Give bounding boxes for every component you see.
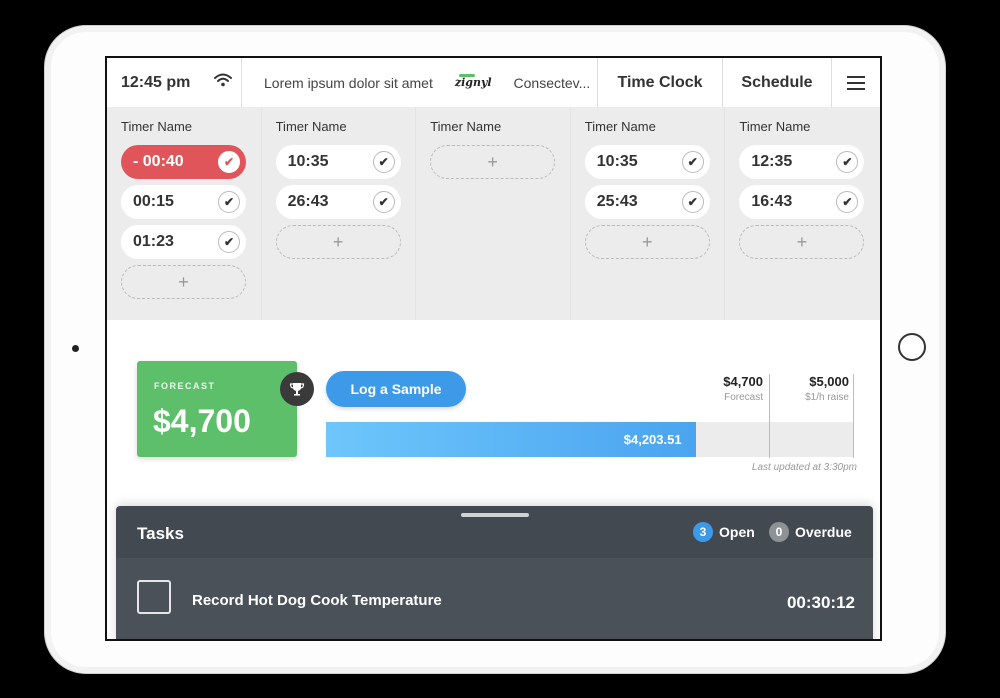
forecast-label: FORECAST: [154, 381, 216, 391]
timer-value: 26:43: [287, 193, 329, 210]
time-clock-button[interactable]: Time Clock: [598, 58, 723, 107]
timer-pill[interactable]: - 00:40 ✔: [121, 145, 246, 179]
drawer-handle[interactable]: [461, 513, 529, 517]
task-name: Record Hot Dog Cook Temperature: [192, 592, 442, 609]
add-timer-button[interactable]: +: [430, 145, 556, 179]
timer-pill[interactable]: 00:15 ✔: [121, 185, 246, 219]
timer-column-name: Timer Name: [739, 119, 811, 134]
timer-value: 12:35: [751, 153, 793, 170]
checkmark-icon[interactable]: ✔: [372, 151, 395, 173]
ticker-text-1: Lorem ipsum dolor sit amet: [264, 74, 433, 91]
tasks-panel: Tasks 3 Open 0 Overdue Record Hot Dog Co…: [116, 506, 873, 639]
forecast-value: $4,700: [153, 403, 251, 439]
log-sample-button[interactable]: Log a Sample: [326, 371, 466, 407]
checkmark-icon[interactable]: ✔: [218, 231, 240, 253]
checkmark-icon[interactable]: ✔: [836, 151, 859, 173]
timer-grid: Timer Name - 00:40 ✔ 00:15 ✔ 01:23 ✔ + Timer Nam…: [107, 107, 880, 320]
task-checkbox[interactable]: [137, 580, 171, 614]
timer-value: 00:15: [133, 193, 174, 210]
add-timer-button[interactable]: +: [275, 225, 401, 259]
goal-label: Forecast: [724, 392, 763, 403]
zignyl-logo: zignyl: [454, 74, 492, 89]
timer-column: Timer Name 10:35 ✔ 25:43 ✔ +: [571, 107, 726, 320]
goal-value: $4,700: [723, 374, 763, 389]
checkmark-icon[interactable]: ✔: [681, 191, 704, 213]
add-timer-button[interactable]: +: [121, 265, 246, 299]
timer-value: - 00:40: [133, 153, 184, 170]
timer-value: 10:35: [596, 153, 638, 170]
progress-value: $4,203.51: [623, 432, 682, 447]
timer-pill[interactable]: 01:23 ✔: [121, 225, 246, 259]
timer-value: 25:43: [596, 193, 638, 210]
raise-marker: [853, 374, 854, 458]
wifi-icon: [214, 73, 233, 92]
timer-pill[interactable]: 10:35 ✔: [275, 145, 401, 179]
sales-progress-bar: $4,203.51: [326, 422, 854, 457]
timer-column-name: Timer Name: [430, 119, 502, 134]
top-bar: 12:45 pm Lorem ipsum dolor sit amet zign…: [107, 58, 880, 108]
overdue-count-badge: 0: [769, 522, 789, 542]
trophy-icon: [280, 372, 314, 406]
timer-column: Timer Name - 00:40 ✔ 00:15 ✔ 01:23 ✔ +: [107, 107, 262, 320]
open-count[interactable]: 3 Open: [693, 522, 755, 542]
forecast-marker: [769, 374, 770, 458]
news-ticker: Lorem ipsum dolor sit amet zignyl Consec…: [242, 58, 598, 107]
schedule-button[interactable]: Schedule: [723, 58, 832, 107]
tasks-header: Tasks 3 Open 0 Overdue: [116, 506, 873, 559]
timer-pill[interactable]: 26:43 ✔: [275, 185, 401, 219]
timer-value: 16:43: [751, 193, 793, 210]
goal-label: $1/h raise: [805, 392, 849, 403]
home-button[interactable]: [898, 333, 926, 361]
camera-icon: [72, 345, 79, 352]
goal-forecast: $4,700 Forecast: [703, 374, 763, 403]
goal-value: $5,000: [809, 374, 849, 389]
timer-column: Timer Name +: [416, 107, 571, 320]
timer-pill[interactable]: 10:35 ✔: [584, 145, 710, 179]
timer-column-name: Timer Name: [121, 119, 193, 134]
add-timer-button[interactable]: +: [739, 225, 865, 259]
menu-button[interactable]: [832, 58, 880, 107]
overdue-count[interactable]: 0 Overdue: [769, 522, 852, 542]
timer-column-name: Timer Name: [275, 119, 347, 134]
last-updated: Last updated at 3:30pm: [751, 462, 857, 473]
timer-column: Timer Name 12:35 ✔ 16:43 ✔ +: [725, 107, 880, 320]
status-area: 12:45 pm: [107, 58, 242, 107]
app-screen: 12:45 pm Lorem ipsum dolor sit amet zign…: [105, 56, 882, 641]
progress-fill: $4,203.51: [326, 422, 696, 457]
timer-column: Timer Name 10:35 ✔ 26:43 ✔ +: [262, 107, 417, 320]
task-row[interactable]: Record Hot Dog Cook Temperature 00:30:12: [116, 558, 873, 639]
timer-column-name: Timer Name: [584, 119, 656, 134]
timer-pill[interactable]: 16:43 ✔: [739, 185, 865, 219]
add-timer-button[interactable]: +: [584, 225, 710, 259]
timer-value: 10:35: [287, 153, 329, 170]
timer-pill[interactable]: 25:43 ✔: [584, 185, 710, 219]
hamburger-menu-icon: [847, 72, 865, 94]
overdue-label: Overdue: [795, 524, 852, 540]
clock-time: 12:45 pm: [121, 73, 191, 91]
task-timer: 00:30:12: [786, 593, 855, 612]
timer-pill[interactable]: 12:35 ✔: [739, 145, 865, 179]
checkmark-icon[interactable]: ✔: [836, 191, 859, 213]
checkmark-icon[interactable]: ✔: [372, 191, 395, 213]
checkmark-icon[interactable]: ✔: [681, 151, 704, 173]
open-count-badge: 3: [693, 522, 713, 542]
goal-raise: $5,000 $1/h raise: [787, 374, 849, 403]
ticker-text-2: Consectev...: [513, 74, 591, 91]
tasks-title: Tasks: [137, 524, 184, 543]
checkmark-icon[interactable]: ✔: [218, 191, 240, 213]
forecast-card: FORECAST $4,700: [137, 361, 297, 457]
checkmark-icon[interactable]: ✔: [218, 151, 240, 173]
open-label: Open: [719, 524, 755, 540]
timer-value: 01:23: [133, 233, 174, 250]
